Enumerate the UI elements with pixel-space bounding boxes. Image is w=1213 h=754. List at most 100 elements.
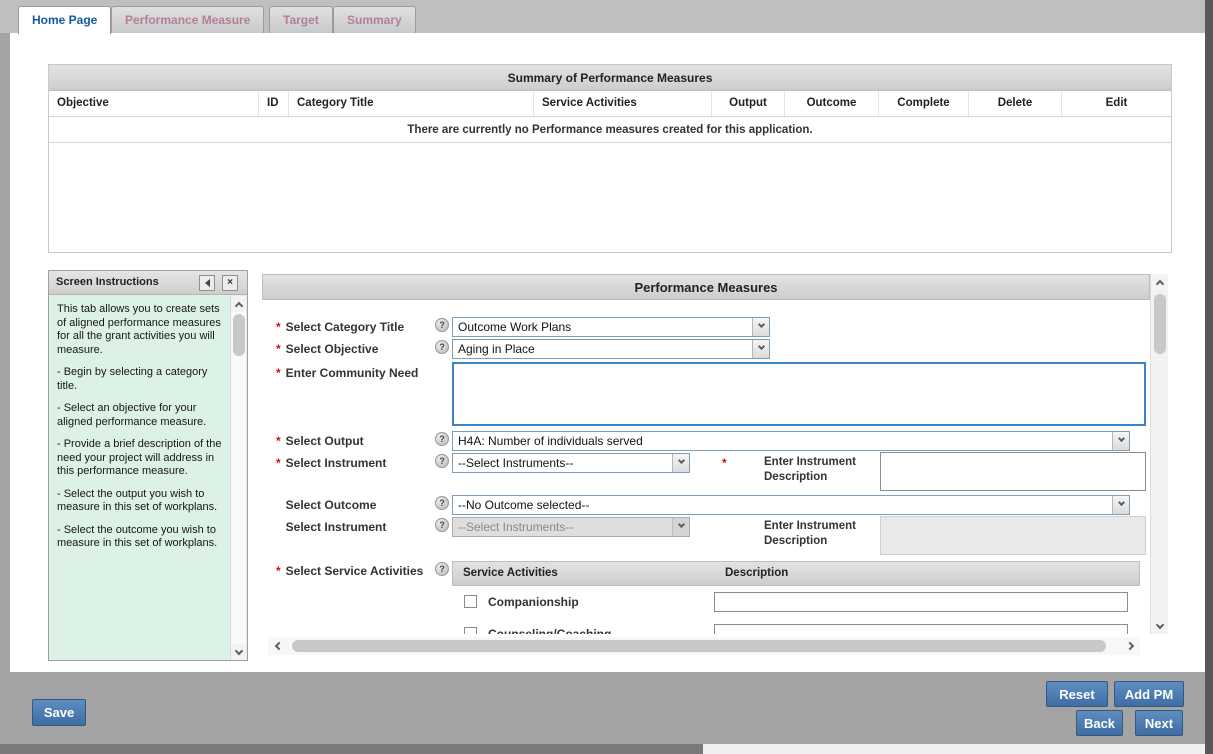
help-icon[interactable]: ?: [435, 562, 449, 576]
help-icon[interactable]: ?: [435, 432, 449, 446]
instructions-scroll-down-button[interactable]: [231, 644, 246, 660]
empty-table-message: There are currently no Performance measu…: [49, 117, 1171, 143]
reset-button[interactable]: Reset: [1046, 681, 1108, 707]
sa-column-description: Description: [725, 562, 788, 585]
label-enter-instrument-description-output: Enter Instrument Description: [764, 455, 874, 485]
main-content: Summary of Performance Measures Objectiv…: [10, 33, 1205, 672]
service-activity-row: Counseling/Coaching: [452, 618, 1140, 634]
output-select[interactable]: H4A: Number of individuals served: [452, 431, 1130, 451]
label-select-objective: *Select Objective: [276, 342, 378, 356]
instructions-scrollbar-thumb[interactable]: [233, 314, 245, 356]
tab-summary[interactable]: Summary: [333, 6, 416, 33]
required-asterisk: *: [722, 456, 727, 470]
tab-performance-measure-label: Performance Measure: [125, 13, 250, 27]
dropdown-arrow-icon: [752, 318, 769, 336]
category-title-value: Outcome Work Plans: [458, 320, 571, 334]
instrument-output-select[interactable]: --Select Instruments--: [452, 453, 690, 473]
instructions-scroll-up-button[interactable]: [231, 296, 246, 312]
application-window: Home Page Performance Measure Target Sum…: [0, 0, 1213, 754]
instruction-paragraph: - Select the outcome you wish to measure…: [57, 524, 223, 551]
help-icon[interactable]: ?: [435, 318, 449, 332]
column-header-outcome: Outcome: [785, 91, 879, 116]
label-select-instrument-outcome: *Select Instrument: [276, 520, 386, 534]
summary-table-header: Objective ID Category Title Service Acti…: [49, 91, 1171, 117]
column-header-edit: Edit: [1062, 91, 1171, 116]
save-button[interactable]: Save: [32, 699, 86, 726]
column-header-category-title: Category Title: [289, 91, 534, 116]
service-activity-name: Companionship: [488, 595, 579, 609]
screen-instructions-header: Screen Instructions ×: [49, 271, 247, 295]
label-select-service-activities: *Select Service Activities: [276, 564, 423, 578]
help-icon[interactable]: ?: [435, 454, 449, 468]
help-icon[interactable]: ?: [435, 340, 449, 354]
objective-select[interactable]: Aging in Place: [452, 339, 770, 359]
column-header-service-activities: Service Activities: [534, 91, 712, 116]
dropdown-arrow-icon: [672, 454, 689, 472]
tab-home-page[interactable]: Home Page: [18, 6, 111, 34]
column-header-id: ID: [259, 91, 289, 116]
column-header-delete: Delete: [969, 91, 1062, 116]
vertical-scrollbar-thumb[interactable]: [1154, 294, 1166, 354]
screen-instructions-title: Screen Instructions: [49, 271, 159, 294]
back-button[interactable]: Back: [1076, 710, 1123, 736]
tab-performance-measure[interactable]: Performance Measure: [111, 6, 264, 33]
label-select-instrument-output: *Select Instrument: [276, 456, 386, 470]
instruction-paragraph: This tab allows you to create sets of al…: [57, 303, 223, 357]
instrument-outcome-select-disabled: --Select Instruments--: [452, 517, 690, 537]
dropdown-arrow-icon: [752, 340, 769, 358]
scroll-up-button[interactable]: [1151, 274, 1168, 290]
counseling-coaching-description-input[interactable]: [714, 624, 1128, 634]
outcome-select[interactable]: --No Outcome selected--: [452, 495, 1130, 515]
screen-instructions-panel: Screen Instructions × This tab allows yo…: [48, 270, 248, 661]
dropdown-arrow-icon: [1112, 432, 1129, 450]
sa-column-service-activities: Service Activities: [463, 562, 558, 585]
instrument-output-value: --Select Instruments--: [458, 456, 573, 470]
chevron-left-icon: [274, 642, 282, 650]
instruction-paragraph: - Select the output you wish to measure …: [57, 488, 223, 515]
chevron-up-icon: [234, 301, 242, 309]
instrument-output-description-textarea[interactable]: [880, 452, 1146, 491]
tab-target[interactable]: Target: [269, 6, 333, 33]
next-button[interactable]: Next: [1135, 710, 1183, 736]
close-panel-button[interactable]: ×: [222, 275, 238, 291]
instrument-outcome-description-textarea-disabled: [880, 516, 1146, 555]
service-activities-table: Service Activities Description Companion…: [452, 561, 1140, 634]
output-value: H4A: Number of individuals served: [458, 434, 643, 448]
form-horizontal-scrollbar[interactable]: [268, 637, 1140, 655]
right-frame: [1205, 0, 1213, 754]
help-icon[interactable]: ?: [435, 496, 449, 510]
service-activities-table-header: Service Activities Description: [452, 561, 1140, 586]
performance-measures-title: Performance Measures: [262, 274, 1150, 300]
instructions-scrollbar[interactable]: [230, 296, 246, 660]
service-activity-name: Counseling/Coaching: [488, 627, 611, 634]
scroll-right-button[interactable]: [1122, 637, 1140, 655]
scroll-down-button[interactable]: [1151, 618, 1168, 634]
chevron-right-icon: [1125, 642, 1133, 650]
add-pm-button[interactable]: Add PM: [1114, 681, 1184, 707]
help-icon[interactable]: ?: [435, 518, 449, 532]
instruction-paragraph: - Provide a brief description of the nee…: [57, 438, 223, 479]
bottom-frame: [0, 744, 703, 754]
required-asterisk: *: [276, 320, 281, 334]
label-select-outcome: *Select Outcome: [276, 498, 376, 512]
scroll-left-button[interactable]: [268, 637, 286, 655]
collapse-panel-button[interactable]: [199, 275, 215, 291]
performance-measures-panel: Performance Measures *Select Category Ti…: [262, 274, 1150, 634]
label-enter-instrument-description-outcome: Enter Instrument Description: [764, 519, 874, 549]
summary-table-title: Summary of Performance Measures: [49, 65, 1171, 91]
tab-target-label: Target: [283, 13, 319, 27]
instrument-outcome-value: --Select Instruments--: [458, 520, 573, 534]
chevron-down-icon: [234, 646, 242, 654]
category-title-select[interactable]: Outcome Work Plans: [452, 317, 770, 337]
required-asterisk: *: [276, 342, 281, 356]
community-need-textarea[interactable]: [452, 362, 1146, 426]
column-header-complete: Complete: [879, 91, 969, 116]
companionship-checkbox[interactable]: [464, 595, 477, 608]
companionship-description-input[interactable]: [714, 592, 1128, 612]
required-asterisk: *: [276, 456, 281, 470]
chevron-down-icon: [1155, 620, 1163, 628]
counseling-coaching-checkbox[interactable]: [464, 627, 477, 634]
form-vertical-scrollbar[interactable]: [1150, 274, 1168, 634]
horizontal-scrollbar-thumb[interactable]: [292, 640, 1106, 652]
chevron-up-icon: [1155, 279, 1163, 287]
